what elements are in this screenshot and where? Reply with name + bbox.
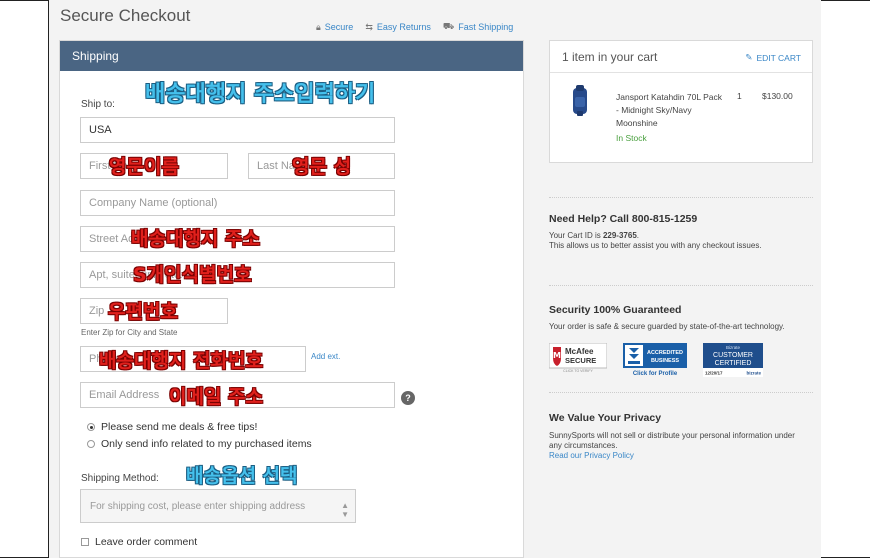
cart-id-suffix: . [636,231,639,240]
bbb-accredited-seal[interactable]: ACCREDITED BUSINESS Click for Profile [623,343,687,377]
mcafee-top-text: McAfee [565,347,594,356]
cart-item-qty: 1 [737,91,742,101]
company-field[interactable]: Company Name (optional) [80,190,395,216]
cart-item-stock: In Stock [616,133,647,143]
annotation-phone: 배송대행지 전화번호 [99,350,263,372]
edit-icon: ✎ [745,52,753,62]
annotation-last-name: 영문 성 [292,156,352,178]
mcafee-sub-text: CLICK TO VERIFY [563,369,593,373]
shipping-method-label: Shipping Method: [81,473,159,484]
order-comment-checkbox[interactable]: Leave order comment [81,536,197,548]
annotation-email: 이메일 주소 [169,386,264,408]
cart-title: 1 item in your cart [562,50,658,64]
truck-icon: ⛟ [442,21,455,31]
radio-deals-label: Please send me deals & free tips! [101,421,258,433]
bizrate-date-text: 12/20/17 [705,371,723,376]
bizrate-top-text: Bizrate [726,345,741,350]
security-text: Your order is safe & secure guarded by s… [549,322,785,331]
order-comment-label: Leave order comment [95,536,198,548]
shipping-method-select[interactable]: For shipping cost, please enter shipping… [80,489,356,523]
privacy-policy-link[interactable]: Read our Privacy Policy [549,451,634,460]
annotation-shipping-option: 배송옵션 선택 [186,465,298,487]
shipping-header: Shipping [60,41,523,71]
bizrate-mid2-text: CERTIFIED [715,360,752,367]
page-title: Secure Checkout [60,6,191,25]
bbb-bottom-text: BUSINESS [651,358,679,364]
help-text: Your Cart ID is 229-3765. This allows us… [549,231,809,251]
help-title: Need Help? Call 800-815-1259 [549,213,698,225]
badge-secure: 🔒︎ Secure [316,21,353,33]
cart-header: 1 item in your cart ✎ EDIT CART [550,41,812,73]
backpack-icon[interactable] [571,85,589,117]
bizrate-certified-seal[interactable]: Bizrate CUSTOMER CERTIFIED 12/20/17 bizr… [703,343,763,377]
divider [549,285,813,286]
badge-secure-label: Secure [324,22,354,32]
badge-shipping-label: Fast Shipping [458,22,514,32]
bbb-sub-text: Click for Profile [633,371,678,377]
checkbox-icon[interactable] [81,538,89,546]
trust-badges: 🔒︎ Secure ⇆ Easy Returns ⛟ Fast Shipping [316,21,513,33]
bizrate-mid1-text: CUSTOMER [713,352,753,359]
country-field[interactable]: USA [80,117,395,143]
mcafee-bottom-text: SECURE [565,356,596,365]
returns-icon: ⇆ [365,21,373,32]
badge-returns: ⇆ Easy Returns [365,21,431,33]
zip-hint: Enter Zip for City and State [81,328,178,337]
cart-item-name[interactable]: Jansport Katahdin 70L Pack - Midnight Sk… [616,91,726,130]
radio-checked-icon[interactable] [87,423,95,431]
cart-item-price: $130.00 [762,91,793,101]
edit-cart-link[interactable]: ✎ EDIT CART [745,52,801,63]
add-ext-link[interactable]: Add ext. [311,352,340,361]
svg-text:M: M [553,351,561,360]
divider [549,197,813,198]
cart-panel: 1 item in your cart ✎ EDIT CART Jansport… [549,40,813,163]
select-caret-icon: ▲ ▼ [341,501,349,519]
divider [549,392,813,393]
help-icon[interactable]: ? [401,391,415,405]
badge-returns-label: Easy Returns [376,22,431,32]
privacy-title: We Value Your Privacy [549,412,662,424]
bbb-top-text: ACCREDITED [647,350,683,356]
radio-purchased-label: Only send info related to my purchased i… [101,438,312,450]
privacy-text: SunnySports will not sell or distribute … [549,431,809,461]
radio-purchased[interactable]: Only send info related to my purchased i… [87,438,312,450]
mcafee-secure-seal[interactable]: M McAfee SECURE CLICK TO VERIFY [549,343,607,373]
cart-id-label: Your Cart ID is [549,231,603,240]
privacy-description: SunnySports will not sell or distribute … [549,431,795,450]
annotation-apt: S개인식별번호 [133,264,252,286]
annotation-first-name: 영문이름 [109,156,179,178]
radio-unchecked-icon[interactable] [87,440,95,448]
help-description: This allows us to better assist you with… [549,241,762,250]
badge-shipping: ⛟ Fast Shipping [443,21,513,33]
ship-to-label: Ship to: [81,99,115,110]
bizrate-brand-text: bizrate [746,371,761,376]
lock-icon: 🔒︎ [316,21,321,32]
annotation-street: 배송대행지 주소 [131,228,260,250]
shipping-method-placeholder: For shipping cost, please enter shipping… [90,501,306,512]
edit-cart-label: EDIT CART [756,52,801,63]
annotation-zip: 우편번호 [108,301,178,323]
annotation-address-input: 배송대행지 주소입력하기 [145,82,376,107]
radio-deals[interactable]: Please send me deals & free tips! [87,421,257,433]
cart-id-value: 229-3765 [602,231,637,240]
security-title: Security 100% Guaranteed [549,304,682,316]
